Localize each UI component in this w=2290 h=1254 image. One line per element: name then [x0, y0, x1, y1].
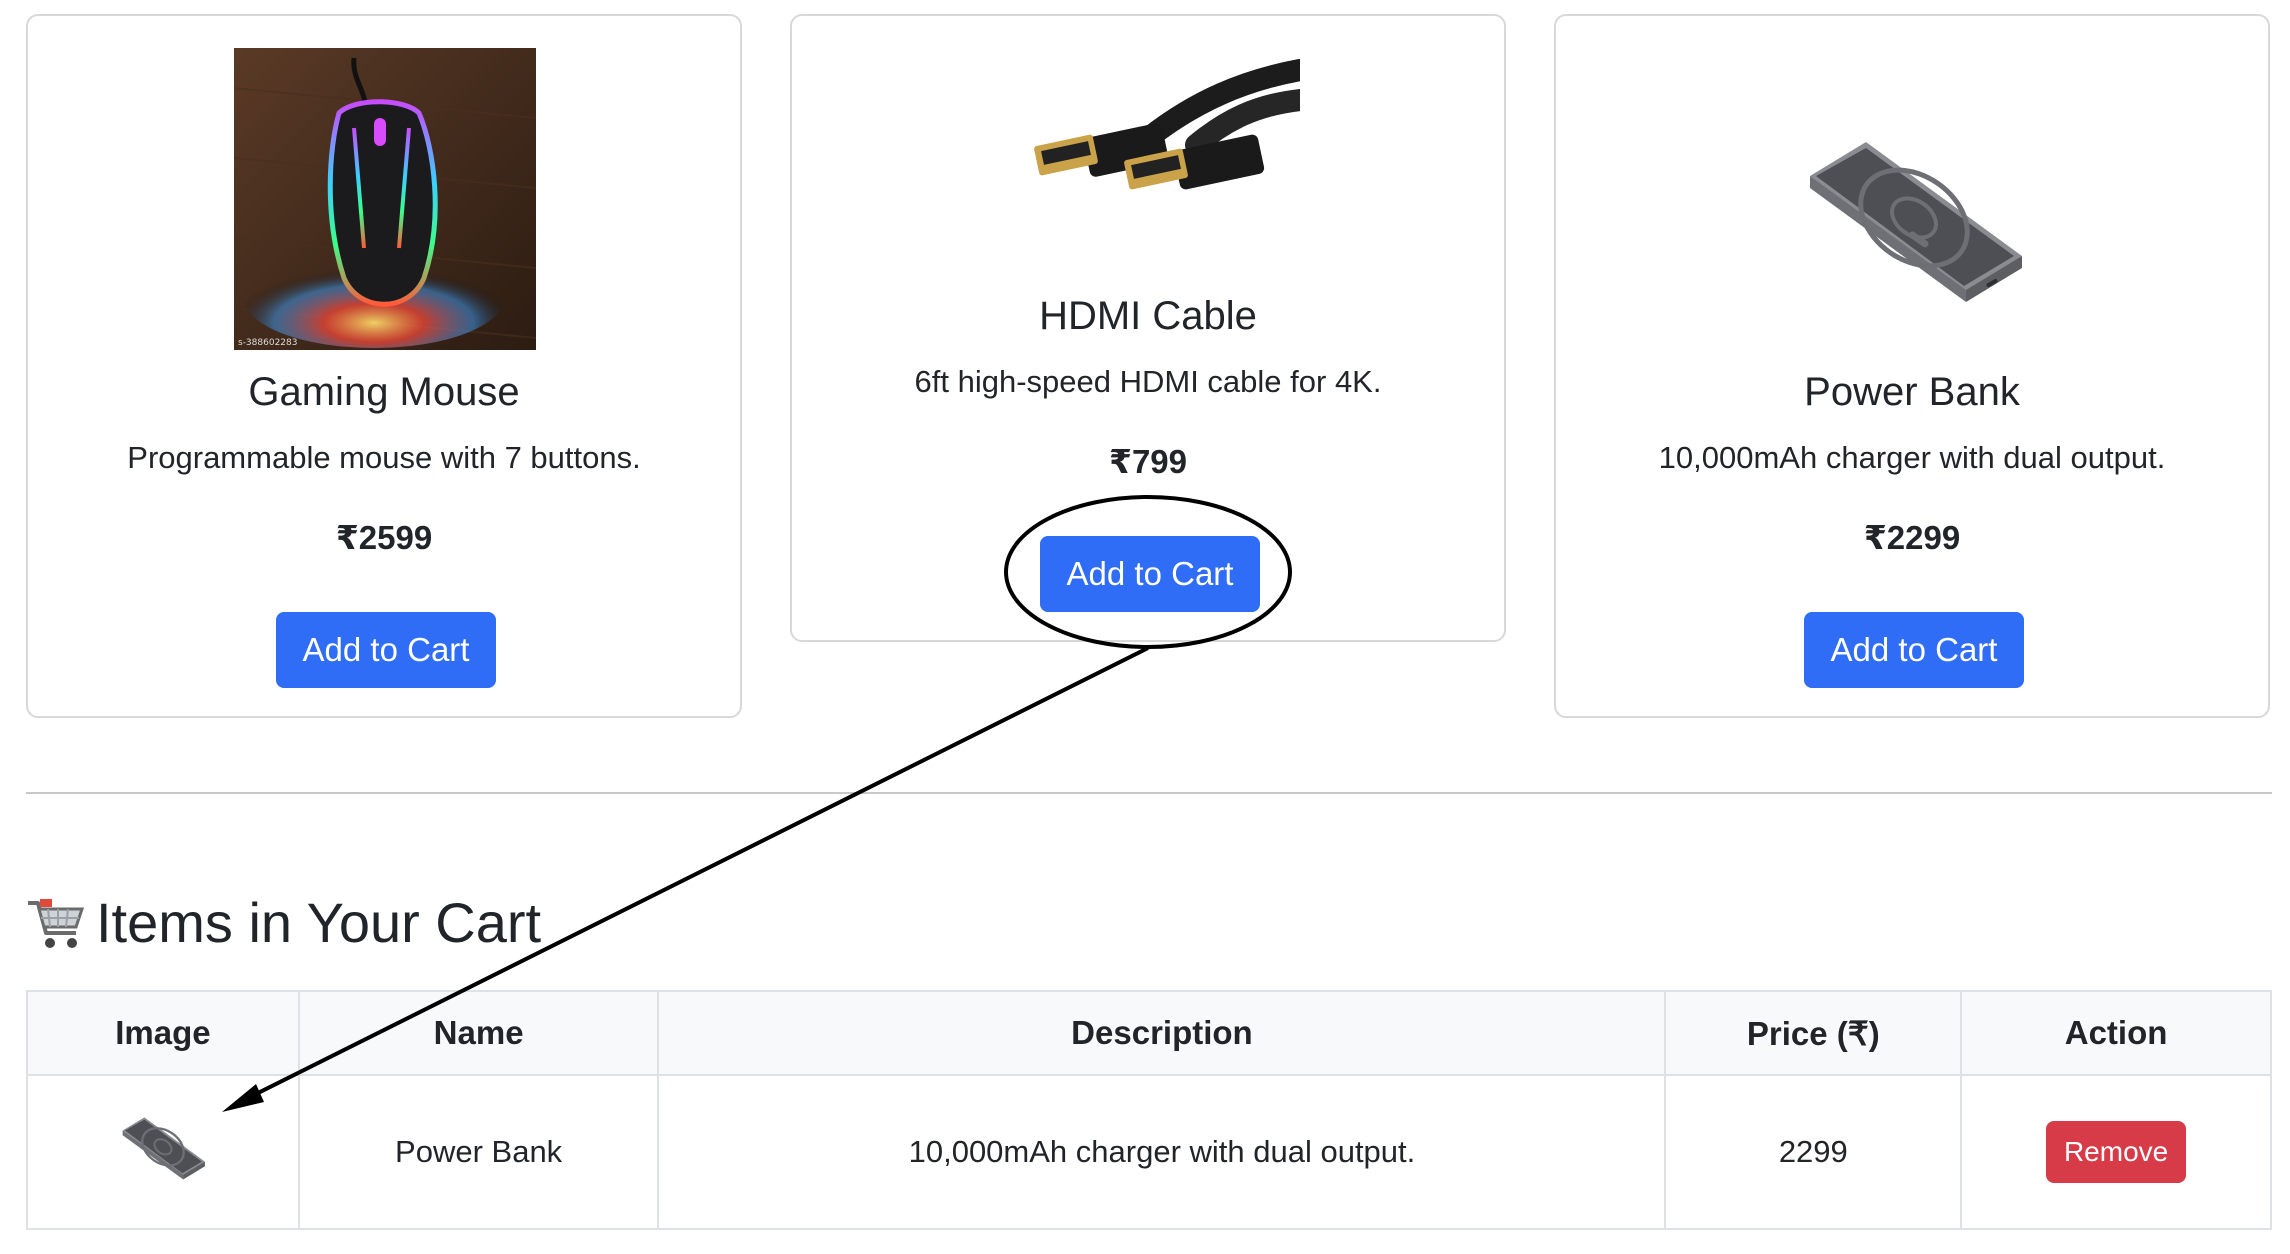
gaming-mouse-image-caption: s-388602283	[238, 338, 297, 348]
cart-item-price: 2299	[1664, 1074, 1963, 1230]
page: s-388602283 Gaming Mouse Programmable mo…	[0, 0, 2290, 1254]
remove-button[interactable]: Remove	[2045, 1121, 2187, 1183]
column-header-action: Action	[1960, 990, 2272, 1076]
product-card-hdmi-cable: HDMI Cable 6ft high-speed HDMI cable for…	[790, 14, 1506, 642]
add-to-cart-button[interactable]: Add to Cart	[276, 612, 496, 688]
table-row: Power Bank 10,000mAh charger with dual o…	[26, 1074, 2272, 1230]
product-description: Programmable mouse with 7 buttons.	[127, 440, 641, 475]
gaming-mouse-image: s-388602283	[233, 48, 537, 350]
cart-item-image-cell	[26, 1074, 300, 1230]
hdmi-cable-image	[1026, 50, 1311, 202]
product-price: ₹799	[1108, 443, 1188, 480]
shopping-cart-icon	[26, 893, 86, 953]
cart-item-action-cell: Remove	[1960, 1074, 2272, 1230]
power-bank-image	[1796, 136, 2032, 306]
product-title: Gaming Mouse	[248, 370, 520, 414]
column-header-name: Name	[297, 990, 660, 1076]
cart-heading-text: Items in Your Cart	[96, 891, 542, 954]
cart-item-description: 10,000mAh charger with dual output.	[657, 1074, 1667, 1230]
product-card-power-bank: Power Bank 10,000mAh charger with dual o…	[1554, 14, 2270, 718]
column-header-description: Description	[657, 990, 1667, 1076]
product-price: ₹2599	[335, 519, 433, 556]
column-header-image: Image	[26, 990, 300, 1076]
column-header-price: Price (₹)	[1664, 990, 1963, 1076]
add-to-cart-button[interactable]: Add to Cart	[1040, 536, 1260, 612]
cart-heading: Items in Your Cart	[26, 890, 541, 955]
power-bank-thumbnail	[117, 1115, 209, 1189]
product-price: ₹2299	[1863, 519, 1961, 556]
product-card-gaming-mouse: s-388602283 Gaming Mouse Programmable mo…	[26, 14, 742, 718]
product-description: 6ft high-speed HDMI cable for 4K.	[914, 364, 1382, 399]
add-to-cart-button[interactable]: Add to Cart	[1804, 612, 2024, 688]
product-description: 10,000mAh charger with dual output.	[1658, 440, 2166, 475]
cart-table: Image Name Description Price (₹) Action	[26, 990, 2272, 1230]
product-title: HDMI Cable	[1039, 294, 1257, 338]
table-header-row: Image Name Description Price (₹) Action	[26, 990, 2272, 1076]
section-divider	[26, 792, 2272, 794]
cart-item-name: Power Bank	[297, 1074, 660, 1230]
product-title: Power Bank	[1804, 370, 2020, 414]
